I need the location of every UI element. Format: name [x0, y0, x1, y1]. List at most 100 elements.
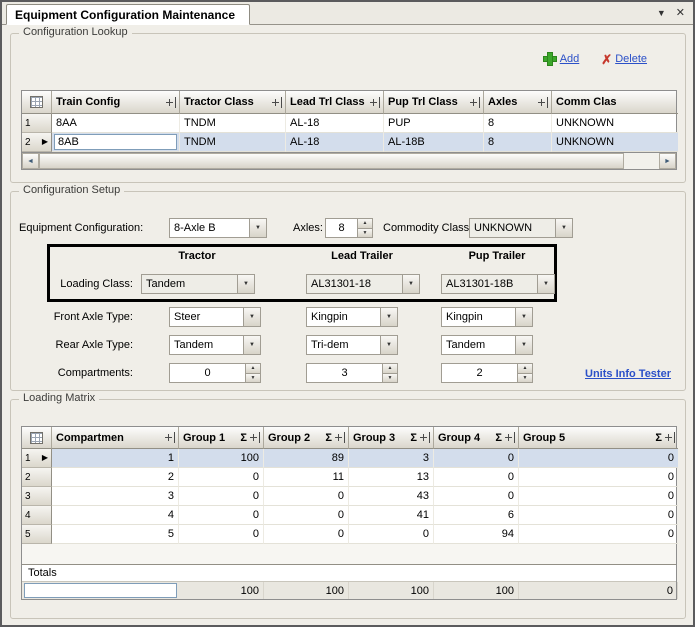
chevron-down-icon[interactable]: ▼	[237, 275, 254, 293]
customize-columns-button[interactable]	[22, 91, 52, 114]
totals-edit-input[interactable]	[24, 583, 177, 598]
cell-group-1[interactable]: 100	[179, 449, 264, 468]
compartments-tractor-spinner[interactable]: 0 ▲ ▼	[169, 363, 261, 383]
spinner-value[interactable]: 8	[326, 219, 357, 237]
loading-class-tractor-select[interactable]: Tandem ▼	[141, 274, 255, 294]
cell-train-config-editing[interactable]: 8AB	[52, 133, 180, 152]
chevron-down-icon[interactable]: ▼	[402, 275, 419, 293]
column-pin-icon[interactable]	[369, 97, 380, 108]
equipment-configuration-select[interactable]: 8-Axle B ▼	[169, 218, 267, 238]
cell-compartment[interactable]: 1	[52, 449, 179, 468]
column-pin-icon[interactable]	[334, 432, 345, 443]
column-pin-icon[interactable]	[165, 97, 176, 108]
rear-axle-lead-trailer-select[interactable]: Tri-dem ▼	[306, 335, 398, 355]
cell-group-5[interactable]: 0	[519, 468, 678, 487]
cell-compartment[interactable]: 2	[52, 468, 179, 487]
customize-columns-button[interactable]	[22, 427, 52, 449]
close-icon[interactable]: ✕	[676, 7, 685, 19]
spinner-down-icon[interactable]: ▼	[383, 374, 397, 383]
cell-pup-trl-class[interactable]: PUP	[384, 114, 484, 133]
column-header-group-1[interactable]: Group 1 Σ	[179, 427, 264, 449]
cell-group-3[interactable]: 0	[349, 525, 434, 544]
matrix-row-2[interactable]: 2 2 0 11 13 0 0	[22, 468, 676, 487]
column-pin-icon[interactable]	[504, 432, 515, 443]
cell-group-4[interactable]: 0	[434, 449, 519, 468]
column-header-group-5[interactable]: Group 5 Σ	[519, 427, 678, 449]
cell-compartment[interactable]: 4	[52, 506, 179, 525]
column-pin-icon[interactable]	[537, 97, 548, 108]
units-info-tester-link[interactable]: Units Info Tester	[585, 368, 671, 380]
delete-button[interactable]: ✗ Delete	[601, 53, 647, 66]
cell-pup-trl-class[interactable]: AL-18B	[384, 133, 484, 152]
column-header-group-3[interactable]: Group 3 Σ	[349, 427, 434, 449]
spinner-up-icon[interactable]: ▲	[246, 364, 260, 374]
spinner-value[interactable]: 3	[307, 364, 382, 382]
horizontal-scrollbar[interactable]: ◄ ►	[21, 153, 677, 170]
cell-lead-trl-class[interactable]: AL-18	[286, 133, 384, 152]
cell-train-config[interactable]: 8AA	[52, 114, 180, 133]
spinner-up-icon[interactable]: ▲	[358, 219, 372, 229]
front-axle-tractor-select[interactable]: Steer ▼	[169, 307, 261, 327]
chevron-down-icon[interactable]: ▼	[380, 308, 397, 326]
rear-axle-pup-trailer-select[interactable]: Tandem ▼	[441, 335, 533, 355]
column-pin-icon[interactable]	[271, 97, 282, 108]
cell-group-5[interactable]: 0	[519, 449, 678, 468]
front-axle-lead-trailer-select[interactable]: Kingpin ▼	[306, 307, 398, 327]
chevron-down-icon[interactable]: ▼	[243, 336, 260, 354]
cell-group-3[interactable]: 3	[349, 449, 434, 468]
column-header-tractor-class[interactable]: Tractor Class	[180, 91, 286, 114]
cell-group-1[interactable]: 0	[179, 468, 264, 487]
column-header-comm-class[interactable]: Comm Clas	[552, 91, 678, 114]
scrollbar-track[interactable]	[624, 153, 659, 169]
cell-group-5[interactable]: 0	[519, 487, 678, 506]
spinner-down-icon[interactable]: ▼	[246, 374, 260, 383]
cell-tractor-class[interactable]: TNDM	[180, 114, 286, 133]
cell-group-1[interactable]: 0	[179, 525, 264, 544]
scroll-right-icon[interactable]: ►	[659, 153, 676, 169]
sum-sigma-icon[interactable]: Σ	[495, 432, 502, 444]
cell-group-4[interactable]: 6	[434, 506, 519, 525]
scroll-left-icon[interactable]: ◄	[22, 153, 39, 169]
cell-axles[interactable]: 8	[484, 114, 552, 133]
axles-spinner[interactable]: 8 ▲ ▼	[325, 218, 373, 238]
matrix-row-1-selected[interactable]: 1 ▶ 1 100 89 3 0 0	[22, 449, 676, 468]
chevron-down-icon[interactable]: ▼	[515, 308, 532, 326]
spinner-up-icon[interactable]: ▲	[518, 364, 532, 374]
row-selector[interactable]: 1	[22, 114, 52, 133]
sum-sigma-icon[interactable]: Σ	[240, 432, 247, 444]
row-selector[interactable]: 1 ▶	[22, 449, 52, 468]
cell-group-2[interactable]: 0	[264, 487, 349, 506]
spinner-value[interactable]: 0	[170, 364, 245, 382]
loading-class-lead-trailer-select[interactable]: AL31301-18 ▼	[306, 274, 420, 294]
cell-group-2[interactable]: 0	[264, 506, 349, 525]
lookup-row-2-selected[interactable]: 2 ▶ 8AB TNDM AL-18 AL-18B 8 UNKNOWN	[22, 133, 676, 152]
compartments-pup-trailer-spinner[interactable]: 2 ▲ ▼	[441, 363, 533, 383]
matrix-row-4[interactable]: 4 4 0 0 41 6 0	[22, 506, 676, 525]
tab-equipment-configuration-maintenance[interactable]: Equipment Configuration Maintenance	[6, 4, 250, 25]
cell-tractor-class[interactable]: TNDM	[180, 133, 286, 152]
spinner-up-icon[interactable]: ▲	[383, 364, 397, 374]
column-header-group-2[interactable]: Group 2 Σ	[264, 427, 349, 449]
column-pin-icon[interactable]	[249, 432, 260, 443]
commodity-class-select[interactable]: UNKNOWN ▼	[469, 218, 573, 238]
cell-comm-class[interactable]: UNKNOWN	[552, 133, 678, 152]
cell-group-4[interactable]: 0	[434, 468, 519, 487]
cell-group-2[interactable]: 0	[264, 525, 349, 544]
chevron-down-icon[interactable]: ▼	[555, 219, 572, 237]
column-pin-icon[interactable]	[664, 432, 675, 443]
column-pin-icon[interactable]	[469, 97, 480, 108]
cell-group-1[interactable]: 0	[179, 487, 264, 506]
cell-group-2[interactable]: 89	[264, 449, 349, 468]
chevron-down-icon[interactable]: ▼	[515, 336, 532, 354]
front-axle-pup-trailer-select[interactable]: Kingpin ▼	[441, 307, 533, 327]
add-button[interactable]: Add	[543, 52, 580, 66]
spinner-down-icon[interactable]: ▼	[518, 374, 532, 383]
train-config-edit-input[interactable]: 8AB	[54, 134, 177, 150]
column-pin-icon[interactable]	[164, 432, 175, 443]
cell-axles[interactable]: 8	[484, 133, 552, 152]
cell-group-3[interactable]: 41	[349, 506, 434, 525]
row-selector[interactable]: 2 ▶	[22, 133, 52, 152]
row-selector[interactable]: 4	[22, 506, 52, 525]
cell-group-4[interactable]: 94	[434, 525, 519, 544]
row-selector[interactable]: 3	[22, 487, 52, 506]
